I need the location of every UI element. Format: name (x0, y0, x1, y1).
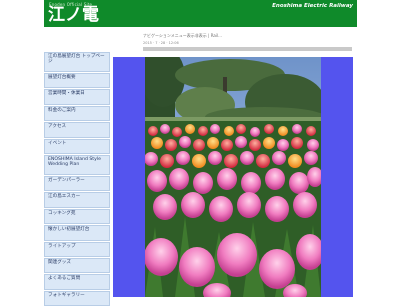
sidebar-item-old-lighthouse[interactable]: 懐かしい初展望灯台 (44, 225, 110, 241)
sidebar-item-cocking-garden[interactable]: コッキング苑 (44, 208, 110, 225)
breadcrumb[interactable]: ナビゲーションメニュー表示非表示 | Rail... (143, 33, 222, 39)
sidebar-item-escar[interactable]: 江の島エスカー (44, 192, 110, 208)
divider (143, 47, 352, 51)
site-logo[interactable]: 江ノ電 (48, 5, 99, 25)
sidebar-item-overview[interactable]: 展望灯台概要 (44, 73, 110, 89)
sidebar-item-hours[interactable]: 営業時間・休業日 (44, 89, 110, 105)
breadcrumb-sub: 2015 · 7 · 28 · 12:06 (143, 41, 179, 45)
sidebar-item-wedding[interactable]: ENOSHIMA Island Style Wedding Plan (44, 154, 110, 175)
sidebar-item-gallery[interactable]: フォトギャラリー (44, 290, 110, 307)
sidebar-item-top[interactable]: 江の島展望灯台 トップページ (44, 52, 110, 72)
site-header: Enoden Official Site 江ノ電 Enoshima Electr… (44, 0, 357, 27)
tulip-garden-photo (145, 57, 321, 297)
sidebar-item-goods[interactable]: 関連グッズ (44, 257, 110, 274)
sidebar-item-lightup[interactable]: ライトアップ (44, 241, 110, 257)
sidebar-item-fees[interactable]: 料金のご案内 (44, 105, 110, 122)
sidebar-item-access[interactable]: アクセス (44, 122, 110, 138)
brand-name: Enoshima Electric Railway (272, 3, 353, 9)
sidebar-item-events[interactable]: イベント (44, 138, 110, 154)
sidebar-nav: 江の島展望灯台 トップページ 展望灯台概要 営業時間・休業日 料金のご案内 アク… (44, 52, 110, 307)
sidebar-item-garden-parlor[interactable]: ガーデンパーラー (44, 175, 110, 192)
sidebar-item-faq[interactable]: よくあるご質問 (44, 274, 110, 290)
